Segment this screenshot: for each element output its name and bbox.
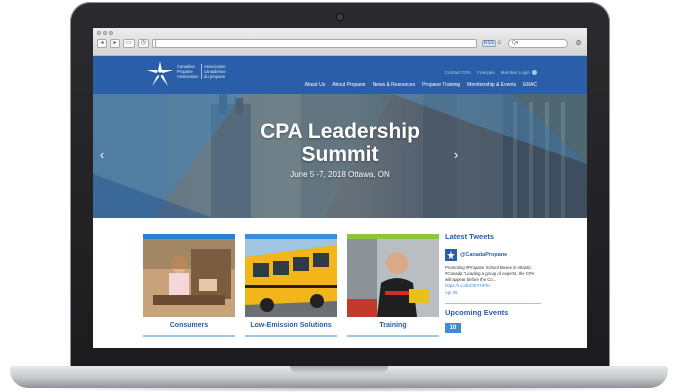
- card-low-emission[interactable]: Low-Emission Solutions: [245, 234, 337, 337]
- zoom-window-button[interactable]: [109, 31, 113, 35]
- nav-membership-events[interactable]: Membership & Events: [467, 82, 516, 88]
- content-section: Consumers Low-Emission Solutions Trainin…: [93, 218, 587, 348]
- reload-icon[interactable]: c: [498, 40, 506, 47]
- language-link[interactable]: Français: [477, 70, 495, 75]
- card-underline: [143, 335, 235, 337]
- site-header: Canadian Propane Association Association…: [93, 56, 587, 94]
- browser-toolbar: ◂ ▸ ▭ ◷ + RSS c Q▾ ⚙: [93, 28, 587, 56]
- card-underline: [245, 335, 337, 337]
- address-bar[interactable]: [155, 39, 477, 48]
- hero-subtitle: June 5 -7, 2018 Ottawa, ON: [290, 170, 390, 179]
- search-input[interactable]: Q▾: [508, 39, 568, 48]
- card-underline: [347, 335, 439, 337]
- nav-erac[interactable]: ERAC: [523, 82, 537, 88]
- camera-icon: [337, 14, 343, 20]
- gear-icon[interactable]: ⚙: [574, 39, 583, 48]
- events-heading: Upcoming Events: [445, 308, 509, 317]
- tweet-header: @CanadaPropane: [445, 249, 541, 261]
- logo-text-french: Association canadienne du propane: [201, 64, 229, 79]
- logo-text-english: Canadian Propane Association: [177, 64, 199, 79]
- member-login-label: Member Login: [500, 70, 530, 75]
- card-label-training: Training: [379, 322, 407, 329]
- nav-about-propane[interactable]: About Propane: [332, 82, 365, 88]
- card-image-school-bus: [245, 239, 337, 317]
- tweet-date[interactable]: Apr 05: [445, 290, 541, 295]
- forward-button[interactable]: ▸: [110, 39, 120, 48]
- hero-next-arrow-icon[interactable]: ›: [451, 148, 461, 162]
- hero-title-line-1: CPA Leadership: [260, 120, 420, 143]
- close-window-button[interactable]: [97, 31, 101, 35]
- user-icon: [532, 70, 537, 75]
- hero-title-line-2: Summit: [301, 143, 379, 166]
- card-image-consumers: [143, 239, 235, 317]
- nav-about-us[interactable]: About Us: [305, 82, 326, 88]
- main-nav: About Us About Propane News & Resources …: [305, 82, 537, 88]
- rss-button[interactable]: RSS: [482, 40, 496, 47]
- utility-links: Contact CPA Français Member Login: [445, 70, 537, 75]
- nav-propane-training[interactable]: Propane Training: [422, 82, 460, 88]
- card-training[interactable]: Training: [347, 234, 439, 337]
- laptop-screen: ◂ ▸ ▭ ◷ + RSS c Q▾ ⚙: [93, 28, 587, 348]
- card-label-low-emission: Low-Emission Solutions: [250, 322, 332, 329]
- twitter-avatar-icon[interactable]: [445, 249, 457, 261]
- tabs-button[interactable]: ▭: [123, 39, 135, 48]
- sidebar-divider: [445, 303, 541, 304]
- member-login-link[interactable]: Member Login: [501, 70, 537, 75]
- logo-star-icon[interactable]: [145, 59, 175, 89]
- history-button[interactable]: ◷: [137, 39, 149, 48]
- browser-nav-buttons: ◂ ▸ ▭ ◷ +: [97, 39, 162, 48]
- hero-prev-arrow-icon[interactable]: ‹: [97, 148, 107, 162]
- card-consumers[interactable]: Consumers: [143, 234, 235, 337]
- card-image-training: [347, 239, 439, 317]
- laptop-notch: [290, 366, 388, 373]
- minimize-window-button[interactable]: [103, 31, 107, 35]
- nav-news-resources[interactable]: News & Resources: [373, 82, 416, 88]
- hero-title: CPA Leadership Summit: [93, 120, 587, 166]
- tweets-heading: Latest Tweets: [445, 232, 495, 241]
- contact-link[interactable]: Contact CPA: [445, 70, 471, 75]
- tweet-text: Promoting #Propane School Buses in Atlan…: [445, 265, 535, 282]
- window-controls: [97, 31, 113, 35]
- twitter-handle[interactable]: @CanadaPropane: [460, 252, 507, 258]
- tweet-body: Promoting #Propane School Buses in Atlan…: [445, 265, 541, 289]
- sidebar: Latest Tweets @CanadaPropane Promoting #…: [445, 232, 541, 333]
- event-date-badge[interactable]: 10: [445, 323, 461, 333]
- hero-banner: CPA Leadership Summit June 5 -7, 2018 Ot…: [93, 94, 587, 218]
- laptop-mockup: ◂ ▸ ▭ ◷ + RSS c Q▾ ⚙: [0, 0, 678, 392]
- card-label-consumers: Consumers: [169, 322, 209, 329]
- back-button[interactable]: ◂: [97, 39, 107, 48]
- tweet-link[interactable]: https://t.co/bzOEYHPfcr: [445, 283, 490, 288]
